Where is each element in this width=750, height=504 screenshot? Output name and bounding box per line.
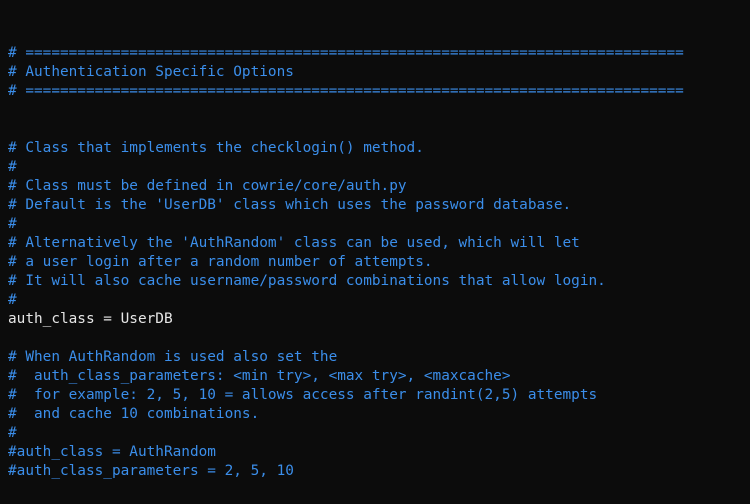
terminal-line-9: # Default is the 'UserDB' class which us… [8, 197, 572, 213]
terminal-line-12: # a user login after a random number of … [8, 254, 433, 270]
terminal-line-14: # [8, 292, 17, 308]
terminal-line-15: auth_class = UserDB [8, 311, 173, 327]
terminal-line-17: # When AuthRandom is used also set the [8, 349, 338, 365]
terminal-line-10: # [8, 216, 17, 232]
terminal-line-7: # [8, 159, 17, 175]
terminal-line-13: # It will also cache username/password c… [8, 273, 606, 289]
terminal-line-8: # Class must be defined in cowrie/core/a… [8, 178, 407, 194]
terminal-line-16 [8, 329, 750, 348]
terminal-line-6: # Class that implements the checklogin()… [8, 140, 424, 156]
terminal-line-18: # auth_class_parameters: <min try>, <max… [8, 368, 511, 384]
terminal-line-19: # for example: 2, 5, 10 = allows access … [8, 387, 598, 403]
terminal-line-22: #auth_class = AuthRandom [8, 444, 216, 460]
terminal-line-20: # and cache 10 combinations. [8, 406, 260, 422]
terminal-window[interactable]: # ======================================… [0, 0, 750, 504]
terminal-line-1: # ======================================… [8, 45, 684, 61]
terminal-line-3: # ======================================… [8, 83, 684, 99]
terminal-line-4 [8, 101, 750, 120]
terminal-line-2: # Authentication Specific Options [8, 64, 294, 80]
terminal-line-11: # Alternatively the 'AuthRandom' class c… [8, 235, 580, 251]
terminal-text-area[interactable]: # ======================================… [8, 44, 750, 481]
terminal-line-21: # [8, 425, 17, 441]
terminal-line-23: #auth_class_parameters = 2, 5, 10 [8, 463, 294, 479]
terminal-line-5 [8, 120, 750, 139]
